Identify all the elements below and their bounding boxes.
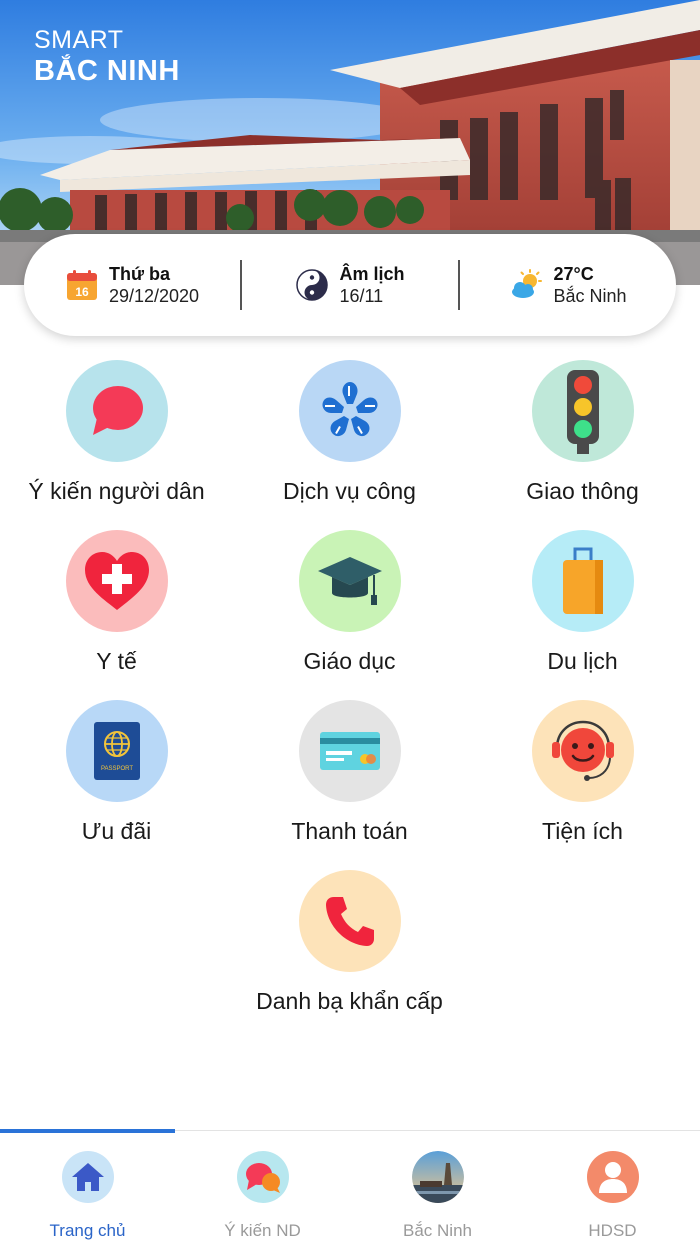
credit-card-icon [319,732,380,770]
passport-text: PASSPORT [100,766,132,772]
lunar-label: Âm lịch [339,264,405,284]
tile-label: Ý kiến người dân [28,478,205,504]
tile-giao-thong[interactable]: Giao thông [466,360,699,505]
tile-thanh-toan[interactable]: Thanh toán [233,700,466,845]
support-agent-icon [551,720,614,781]
phone-icon [325,897,374,946]
tile-icon-circle[interactable] [298,530,401,632]
nav-icon-circle[interactable] [61,1151,114,1203]
nav-item-hdsd[interactable]: HDSD [525,1131,700,1244]
traffic-light-icon [566,370,599,454]
date-info: 16 Thứ ba 29/12/2020 [24,234,240,336]
tile-giao-duc[interactable]: Giáo dục [233,530,466,675]
weather-location: Bắc Ninh [553,286,627,306]
tile-icon-circle[interactable] [298,870,401,972]
bottom-nav: Trang chủ Ý kiến ND Bắc Ninh HDSD [0,1129,700,1244]
user-guide-icon [598,1162,627,1193]
info-card: 16 Thứ ba 29/12/2020 Âm lịch 16/11 27°C … [24,234,676,336]
lunar-info: Âm lịch 16/11 [242,234,458,336]
tile-icon-circle[interactable]: PASSPORT [65,700,168,802]
graduation-cap-icon [317,557,382,605]
tile-uu-dai[interactable]: PASSPORT Ưu đãi [0,700,233,845]
nav-item-trang-chu[interactable]: Trang chủ [0,1131,175,1244]
nav-item-y-kien-nd[interactable]: Ý kiến ND [175,1131,350,1244]
tile-icon-circle[interactable] [65,360,168,462]
tile-y-te[interactable]: Y tế [0,530,233,675]
brand-bac-ninh: BẮC NINH [34,55,180,87]
hands-star-icon [321,382,378,437]
nav-label: HDSD [588,1221,637,1240]
tile-label: Thanh toán [291,818,408,844]
luggage-icon [562,547,603,614]
nav-label: Ý kiến ND [224,1221,301,1240]
brand-smart: SMART [34,26,124,54]
temperature-value: 27°C [553,264,594,284]
tile-label: Y tế [96,648,137,674]
calendar-icon: 16 [66,270,97,300]
passport-icon: PASSPORT [93,722,140,780]
tile-icon-circle[interactable] [531,360,634,462]
active-tab-indicator [0,1129,175,1133]
yin-yang-icon [296,269,329,301]
chat-bubbles-icon [245,1163,280,1193]
tile-label: Tiện ích [542,818,623,844]
tile-y-kien-nguoi-dan[interactable]: Ý kiến người dân [0,360,233,505]
tile-icon-circle[interactable] [298,360,401,462]
tile-icon-circle[interactable] [298,700,401,802]
tile-label: Du lịch [547,648,618,674]
nav-icon-circle[interactable] [411,1151,464,1203]
landmark-photo-icon [411,1151,464,1203]
nav-label: Bắc Ninh [403,1221,472,1240]
tile-label: Ưu đãi [81,818,152,844]
weekday-label: Thứ ba [108,264,170,284]
nav-item-bac-ninh[interactable]: Bắc Ninh [350,1131,525,1244]
medical-heart-icon [84,552,149,610]
home-icon [71,1163,104,1191]
tile-label: Danh bạ khẩn cấp [256,988,443,1014]
nav-label: Trang chủ [49,1221,126,1240]
tile-label: Giáo dục [303,648,396,674]
lunar-value: 16/11 [339,286,384,306]
date-value: 29/12/2020 [108,286,200,306]
tile-icon-circle[interactable] [531,700,634,802]
speech-bubble-icon [92,386,143,435]
tile-icon-circle[interactable] [531,530,634,632]
calendar-day-number: 16 [75,285,89,299]
nav-icon-circle[interactable] [236,1151,289,1203]
tile-label: Dịch vụ công [283,478,416,504]
tile-danh-ba-khan-cap[interactable]: Danh bạ khẩn cấp [233,870,466,1015]
tile-dich-vu-cong[interactable]: Dịch vụ công [233,360,466,505]
partly-cloudy-icon [512,269,543,298]
weather-info: 27°C Bắc Ninh [460,234,676,336]
tile-label: Giao thông [526,478,639,504]
tile-icon-circle[interactable] [65,530,168,632]
nav-icon-circle[interactable] [586,1151,639,1203]
tile-tien-ich[interactable]: Tiện ích [466,700,699,845]
tile-du-lich[interactable]: Du lịch [466,530,699,675]
